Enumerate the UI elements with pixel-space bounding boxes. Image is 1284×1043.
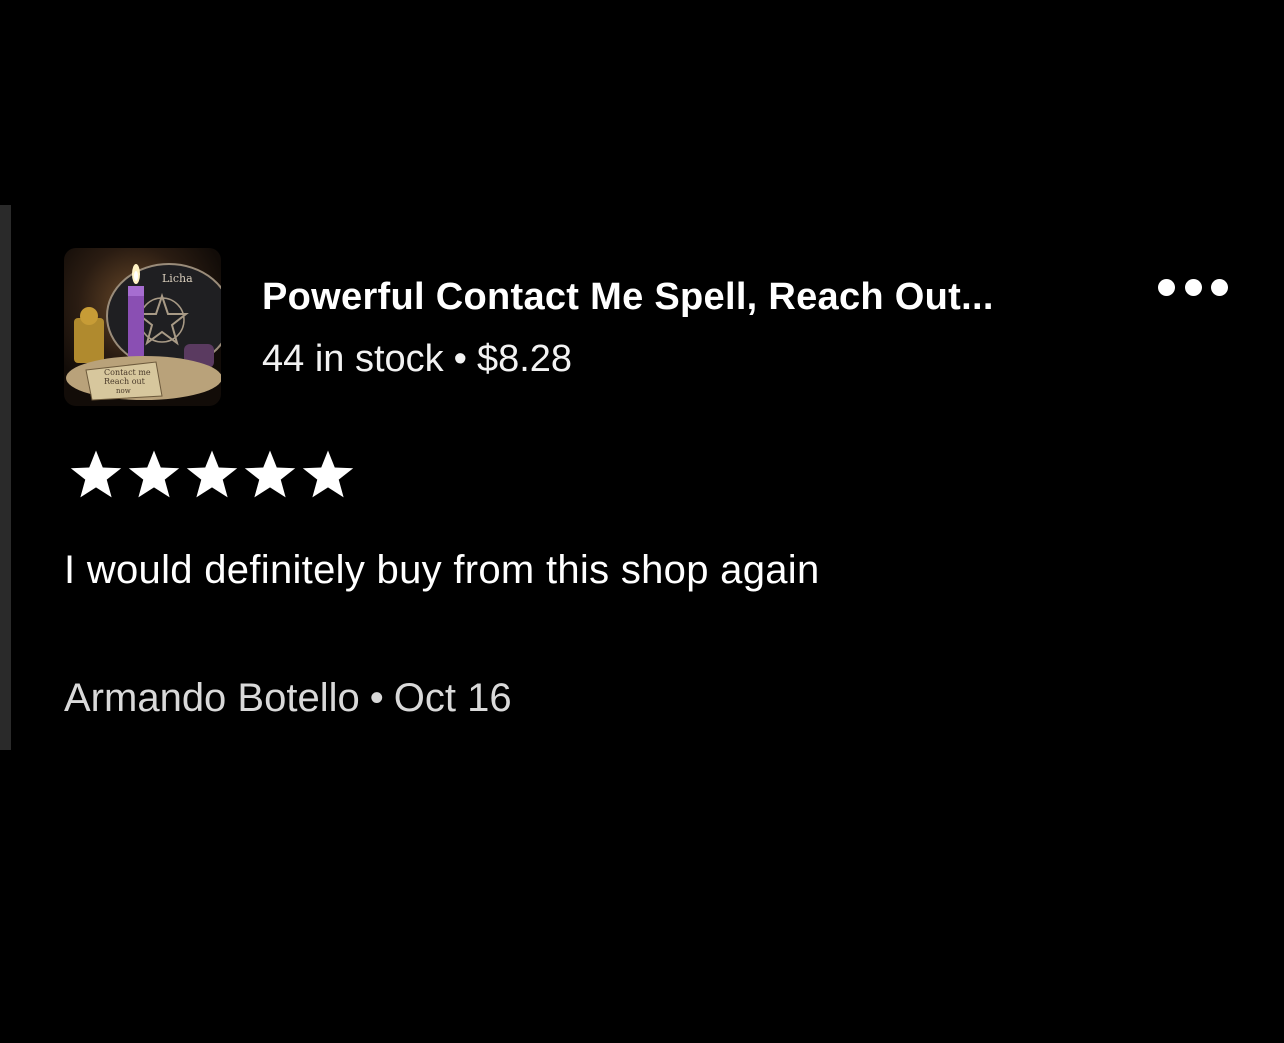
stock-count: 44 in stock	[262, 338, 444, 380]
left-accent-bar	[0, 205, 11, 750]
review-author[interactable]: Armando Botello	[64, 676, 360, 720]
star-filled-icon	[184, 448, 240, 502]
star-filled-icon	[68, 448, 124, 502]
more-dot	[1211, 278, 1228, 296]
footer-separator: •	[369, 676, 384, 720]
review-date: Oct 16	[393, 676, 512, 720]
review-card: Contact me Reach out now Licha Powerful …	[64, 248, 1234, 720]
more-dot	[1184, 278, 1202, 296]
star-filled-icon	[300, 448, 356, 502]
review-text: I would definitely buy from this shop ag…	[64, 548, 820, 592]
review-footer: Armando Botello • Oct 16	[64, 676, 512, 721]
more-options-button[interactable]	[1158, 274, 1228, 300]
more-horizontal-icon	[1158, 278, 1175, 296]
thumb-top-text: Licha	[162, 272, 193, 285]
listing-title[interactable]: Powerful Contact Me Spell, Reach Out...	[262, 276, 994, 319]
thumb-note-line1: Contact me	[104, 368, 151, 377]
listing-meta: 44 in stock • $8.28	[262, 338, 572, 381]
thumb-note-line2: Reach out	[104, 377, 146, 386]
listing-thumbnail[interactable]: Contact me Reach out now Licha	[64, 248, 221, 406]
star-rating	[68, 448, 356, 502]
star-filled-icon	[242, 448, 298, 502]
meta-separator: •	[453, 338, 467, 380]
star-filled-icon	[126, 448, 182, 502]
thumb-note-line3: now	[116, 387, 131, 395]
listing-row[interactable]: Contact me Reach out now Licha Powerful …	[64, 248, 1234, 408]
listing-price: $8.28	[476, 338, 573, 380]
